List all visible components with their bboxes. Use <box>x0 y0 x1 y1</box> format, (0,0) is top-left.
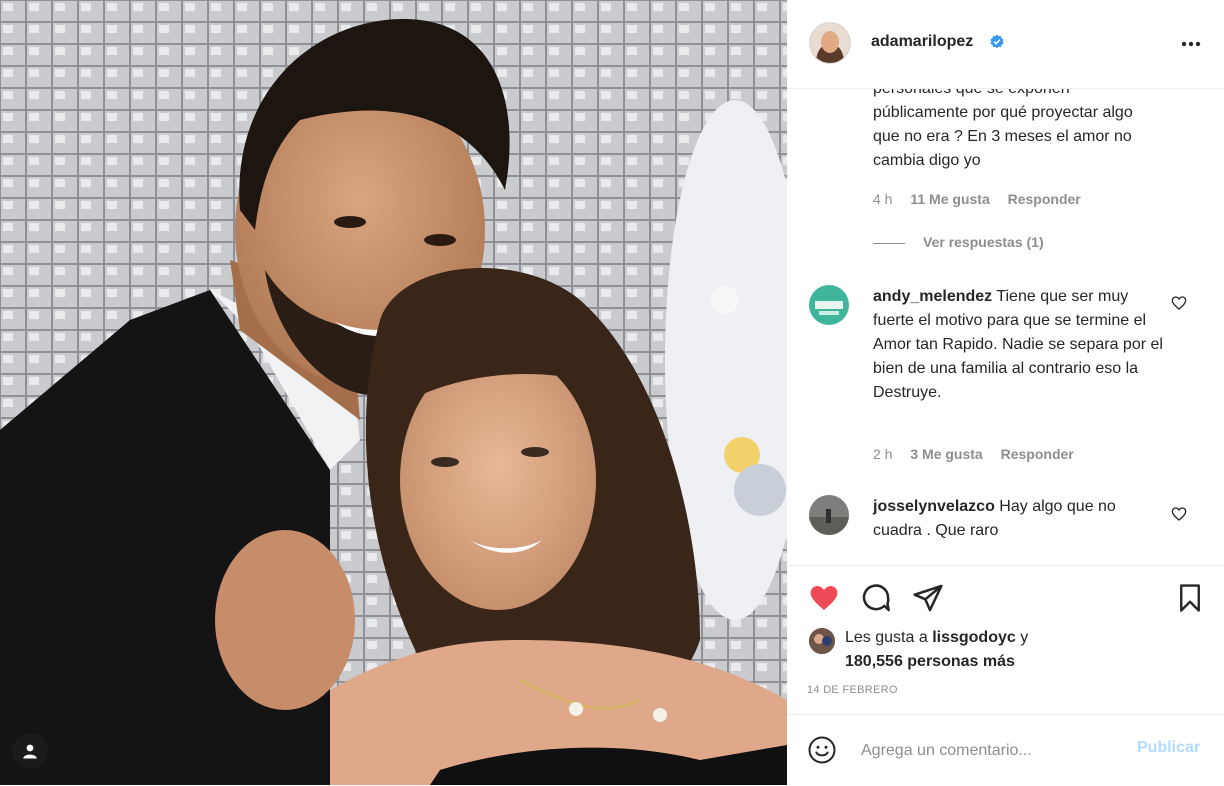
avatar-image <box>810 23 850 63</box>
comment-like-button[interactable] <box>1171 506 1187 527</box>
post-side-panel: adamarilopez personales que se exponen p… <box>787 0 1224 785</box>
comment-likes[interactable]: 3 Me gusta <box>910 446 982 462</box>
avatar[interactable] <box>809 22 851 64</box>
post-actions: Les gusta a lissgodoyc y 180,556 persona… <box>787 565 1224 716</box>
comment-meta: 4 h 11 Me gusta Responder <box>873 191 1095 207</box>
heart-filled-icon <box>810 586 838 610</box>
couple-photo-image <box>0 0 787 785</box>
heart-outline-icon <box>1171 296 1187 310</box>
tagged-users-button[interactable] <box>12 733 48 769</box>
person-icon <box>23 744 37 759</box>
comment-button[interactable] <box>859 582 893 619</box>
liker-avatar[interactable] <box>809 628 835 654</box>
reply-button[interactable]: Responder <box>1008 191 1081 207</box>
likes-prefix: Les gusta a <box>845 629 928 646</box>
more-options-button[interactable] <box>1181 30 1201 50</box>
paper-plane-icon <box>913 584 943 612</box>
liker-username[interactable]: lissgodoyc <box>932 629 1016 646</box>
comment-bubble-icon <box>862 584 890 612</box>
comment-likes[interactable]: 11 Me gusta <box>910 191 989 207</box>
more-horizontal-icon <box>1181 41 1201 47</box>
liker-avatar-image <box>809 628 835 654</box>
comment-text: personales que se exponen públicamente p… <box>873 89 1133 169</box>
verified-badge-icon <box>989 34 1005 55</box>
share-button[interactable] <box>911 582 945 619</box>
likes-connector: y <box>1020 629 1029 646</box>
smiley-icon <box>808 736 836 764</box>
comment-body: andy_melendez Tiene que ser muy fuerte e… <box>873 285 1163 405</box>
comments-list[interactable]: personales que se exponen públicamente p… <box>787 89 1224 564</box>
view-replies-label: Ver respuestas (1) <box>923 234 1044 250</box>
post-author-username[interactable]: adamarilopez <box>871 33 973 51</box>
comment-time: 2 h <box>873 446 893 462</box>
commenter-avatar-image <box>809 495 849 535</box>
replies-divider <box>873 242 905 244</box>
bookmark-icon <box>1180 584 1200 612</box>
comment-time: 4 h <box>873 191 893 207</box>
comment-avatar[interactable] <box>809 495 849 535</box>
comment-like-button[interactable] <box>1171 295 1187 316</box>
save-button[interactable] <box>1175 582 1205 619</box>
comment-body: josselynvelazco Hay algo que no cuadra .… <box>873 495 1163 543</box>
comment-input[interactable] <box>859 737 1133 765</box>
likes-summary: Les gusta a lissgodoyc y 180,556 persona… <box>845 626 1028 674</box>
comment-username[interactable]: josselynvelazco <box>873 498 995 515</box>
commenter-avatar-image <box>809 285 849 325</box>
reply-button[interactable]: Responder <box>1001 446 1074 462</box>
post-photo[interactable] <box>0 0 787 785</box>
comment-avatar[interactable] <box>809 285 849 325</box>
comment-username[interactable]: andy_melendez <box>873 288 992 305</box>
heart-outline-icon <box>1171 507 1187 521</box>
view-replies-button[interactable]: Ver respuestas (1) <box>873 234 1044 250</box>
comment-meta: 2 h 3 Me gusta Responder <box>873 446 1088 462</box>
post-header: adamarilopez <box>787 0 1224 89</box>
likes-count[interactable]: 180,556 personas más <box>845 653 1015 670</box>
add-comment-bar: Publicar <box>787 714 1224 786</box>
emoji-button[interactable] <box>807 735 837 770</box>
post-date[interactable]: 14 DE FEBRERO <box>807 684 898 696</box>
like-button[interactable] <box>807 582 841 619</box>
publish-button[interactable]: Publicar <box>1137 739 1200 757</box>
